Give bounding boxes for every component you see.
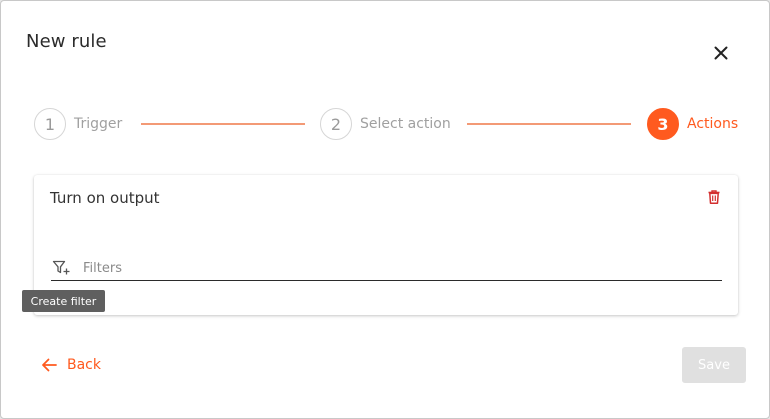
close-button[interactable] xyxy=(711,43,731,63)
create-filter-tooltip: Create filter xyxy=(22,290,105,312)
filter-add-icon[interactable] xyxy=(52,259,70,277)
step-number: 1 xyxy=(34,108,66,140)
step-label: Select action xyxy=(360,116,451,132)
save-button[interactable]: Save xyxy=(682,347,746,383)
close-icon xyxy=(714,46,728,60)
step-connector xyxy=(467,123,631,125)
new-rule-dialog: New rule 1 Trigger 2 Select action 3 Act… xyxy=(0,0,770,419)
step-label: Trigger xyxy=(74,116,123,132)
step-number: 3 xyxy=(647,108,679,140)
back-label: Back xyxy=(67,357,101,373)
step-connector xyxy=(141,123,305,125)
action-card: Turn on output Filters xyxy=(34,175,738,315)
step-actions: 3 Actions xyxy=(647,107,738,141)
step-select-action: 2 Select action xyxy=(320,107,451,141)
trash-icon xyxy=(708,190,720,204)
step-number: 2 xyxy=(320,108,352,140)
filters-input[interactable]: Filters xyxy=(51,259,722,281)
step-label: Actions xyxy=(687,116,739,132)
step-trigger: 1 Trigger xyxy=(34,107,122,141)
action-title: Turn on output xyxy=(50,189,160,207)
back-button[interactable]: Back xyxy=(41,353,101,377)
arrow-left-icon xyxy=(42,358,57,372)
delete-action-button[interactable] xyxy=(706,189,722,205)
dialog-title: New rule xyxy=(26,31,107,52)
filters-placeholder: Filters xyxy=(83,261,122,276)
